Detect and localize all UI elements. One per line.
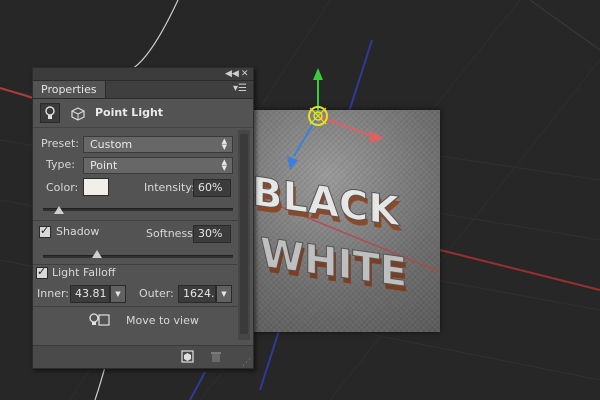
render-icon[interactable] bbox=[181, 350, 194, 363]
double-chevron-left-icon[interactable]: ◀◀ bbox=[225, 68, 239, 80]
light-falloff-checkbox[interactable]: ✓ bbox=[36, 265, 48, 279]
panel-tabbar: Properties ▾☰ bbox=[33, 81, 253, 99]
close-icon[interactable]: ✕ bbox=[241, 68, 249, 80]
divider bbox=[33, 220, 237, 221]
y-arrow-icon bbox=[313, 68, 323, 80]
scrollbar-thumb[interactable] bbox=[240, 134, 248, 334]
softness-slider-track[interactable] bbox=[43, 255, 233, 258]
resize-grip-icon[interactable]: ⋰ bbox=[242, 358, 251, 368]
type-select[interactable]: Point ▲ ▼ bbox=[83, 157, 233, 174]
checkmark-icon: ✓ bbox=[37, 265, 47, 278]
inner-field[interactable]: 43.81 p bbox=[70, 285, 110, 303]
outer-label: Outer: bbox=[139, 287, 174, 300]
inner-label: Inner: bbox=[37, 287, 69, 300]
divider bbox=[33, 306, 237, 307]
light-type-header: Point Light bbox=[33, 99, 253, 128]
tab-properties[interactable]: Properties bbox=[33, 81, 106, 98]
light-bulb-icon bbox=[45, 106, 55, 119]
light-type-title: Point Light bbox=[95, 106, 164, 119]
panel-titlebar[interactable]: ◀◀ ✕ bbox=[33, 68, 253, 81]
preset-value: Custom bbox=[90, 138, 133, 151]
panel-scrollbar[interactable] bbox=[238, 130, 250, 340]
softness-slider-thumb[interactable] bbox=[92, 250, 103, 258]
inner-dropdown-icon[interactable]: ▼ bbox=[110, 285, 126, 303]
softness-field[interactable]: 30% bbox=[193, 225, 231, 243]
updown-arrows-icon: ▲ ▼ bbox=[221, 158, 227, 172]
color-swatch[interactable] bbox=[83, 178, 109, 196]
preset-label: Preset: bbox=[41, 137, 80, 150]
intensity-slider-track[interactable] bbox=[43, 208, 233, 211]
z-axis-handle bbox=[293, 115, 319, 157]
z-arrow-icon bbox=[287, 156, 298, 170]
type-label: Type: bbox=[46, 158, 75, 171]
outer-dropdown-icon[interactable]: ▼ bbox=[216, 285, 232, 303]
panel-bottom-bar: ⋰ bbox=[33, 345, 253, 368]
move-to-view-icon[interactable] bbox=[88, 312, 110, 328]
x-arrow-icon bbox=[370, 131, 384, 143]
shadow-label: Shadow bbox=[56, 225, 100, 238]
intensity-field[interactable]: 60% bbox=[193, 179, 231, 197]
preset-select[interactable]: Custom ▲ ▼ bbox=[83, 136, 233, 153]
properties-panel: ◀◀ ✕ Properties ▾☰ Point Light Preset: C… bbox=[32, 67, 254, 369]
hamburger-icon[interactable]: ▾☰ bbox=[233, 83, 247, 94]
outer-field[interactable]: 1624.5 bbox=[178, 285, 216, 303]
updown-arrows-icon: ▲ ▼ bbox=[221, 137, 227, 151]
intensity-label: Intensity: bbox=[144, 181, 195, 194]
intensity-slider-thumb[interactable] bbox=[53, 206, 64, 214]
checkmark-icon: ✓ bbox=[40, 224, 50, 237]
softness-label: Softness: bbox=[146, 227, 197, 240]
move-to-view-button[interactable]: Move to view bbox=[126, 312, 199, 330]
shadow-checkbox[interactable]: ✓ bbox=[39, 224, 51, 238]
type-value: Point bbox=[90, 159, 118, 172]
light-bulb-button[interactable] bbox=[40, 103, 60, 123]
light-falloff-label: Light Falloff bbox=[52, 266, 116, 279]
color-label: Color: bbox=[46, 181, 79, 194]
cube-icon[interactable] bbox=[71, 107, 85, 121]
trash-icon[interactable] bbox=[210, 350, 222, 363]
